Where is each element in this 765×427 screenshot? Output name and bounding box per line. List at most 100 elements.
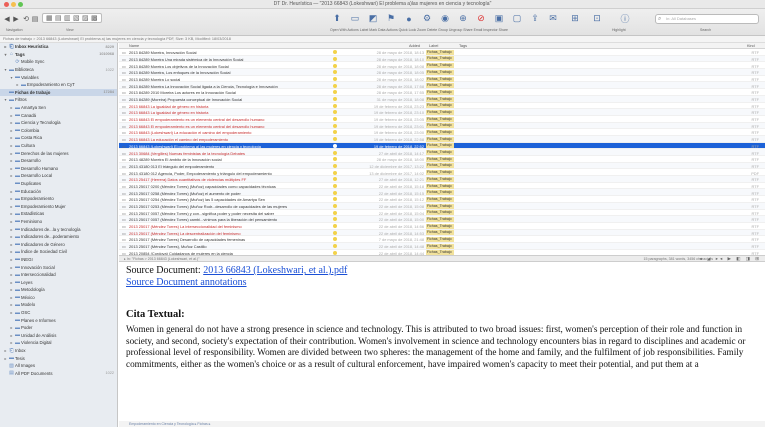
tag-bar[interactable]: Empoderamiento en Ciencia y Tecnología ▸… (119, 421, 765, 427)
table-row[interactable]: ▭ 2013 84289 (Moreira) Propuesta conceptu… (119, 95, 765, 103)
table-row[interactable]: ▭ 2013 25017 0258 (Méndez Torres) (Muñoz)… (119, 189, 765, 197)
sidebar-item[interactable]: ▸ ▬ Índice de Sociedad Civil (0, 248, 117, 256)
table-row[interactable]: ▭ 2013 25417 (Herrera) Datos cuantitativo… (119, 176, 765, 183)
sidebar-item[interactable]: ▸ ⎗ Inbox (0, 347, 117, 355)
ungroup-icon[interactable]: ▢ (510, 12, 524, 25)
table-row[interactable]: ▭ 2013 48289 Moreira El ámbito de la Inno… (119, 156, 765, 163)
sidebar-item[interactable]: ▸ ▬ Feminismo (0, 218, 117, 226)
sidebar-item[interactable]: ▸ ⎗ Inbox Heurística 8229 (0, 43, 117, 51)
column-header-label[interactable]: Label (429, 44, 438, 48)
sidebar-item[interactable]: ▸ ▬ Empoderamiento (0, 195, 117, 203)
sidebar-item[interactable]: ▸ ▬ OSC (0, 309, 117, 317)
sidebar-item[interactable]: ▸ ▬ Educación (0, 187, 117, 195)
share-icon[interactable]: ⇪ (528, 12, 542, 25)
sidebar-item[interactable]: ▸ ▬ Interseccionalidad (0, 271, 117, 279)
source-document-link[interactable]: 2013 66843 (Lokeshwari, et al.).pdf (203, 265, 347, 276)
view-columns-icon[interactable]: ▥ (64, 14, 71, 22)
sidebar-item[interactable]: ▸ ▬ Violencia Digital (0, 339, 117, 347)
view-widescreen-icon[interactable]: ▩ (91, 14, 98, 22)
sidebar-item[interactable]: ▸ ▬ INEGI (0, 256, 117, 264)
sidebar-item[interactable]: ▬ Fichas de trabajo 17284 (0, 88, 117, 97)
sidebar-item[interactable]: ▸ ▬ Estadísticas (0, 210, 117, 218)
view-list-icon[interactable]: ▤ (55, 14, 62, 22)
sidebar-item[interactable]: ▸ ▬ Costa Rica (0, 134, 117, 142)
table-row[interactable]: ▭ 2013 66843 (Lokeshwari) El problema a) … (119, 142, 765, 150)
table-row[interactable]: ▭ 2013 66843 La igualdad de género en his… (119, 109, 765, 116)
sidebar-item[interactable]: ▸ ▬ Metodología (0, 286, 117, 294)
sidebar-item[interactable]: ▸ ▬ Modelo (0, 301, 117, 309)
sidebar-item[interactable]: ▸ ▬ Derechos de las mujeres (0, 149, 117, 157)
back-icon[interactable]: ◀ (3, 12, 11, 25)
document-icon[interactable]: ▭ (348, 12, 362, 25)
actions-icon[interactable]: ⚙ (420, 12, 434, 25)
sidebar-item[interactable]: ▤ All PDF Documents 1022 (0, 370, 117, 378)
email-icon[interactable]: ✉ (546, 12, 560, 25)
view-split-icon[interactable]: ▧ (73, 14, 80, 22)
sidebar-item[interactable]: ▾ ▬ Variables (0, 73, 117, 81)
sidebar-item[interactable]: ⟳ Mobile Sync (0, 58, 117, 66)
table-row[interactable]: ▭ 2013 84289 Moreira Los objetivos de la … (119, 62, 765, 70)
sidebar-item[interactable]: ▸ ▬ Cultura (0, 142, 117, 150)
table-row[interactable]: ▭ 2013 66843 El empoderamiento es un elem… (119, 116, 765, 123)
column-header-added[interactable]: Added (409, 44, 420, 48)
info-icon[interactable]: ⓘ (618, 12, 632, 25)
delete-icon[interactable]: ⊘ (474, 12, 488, 25)
view-icons-icon[interactable]: ▦ (46, 14, 53, 22)
sidebar-item[interactable]: ▸ ▬ Colombia (0, 127, 117, 135)
table-row[interactable]: ▭ 2013 66843 La educación el camino del e… (119, 135, 765, 143)
table-row[interactable]: ▭ 2013 66843 (Lokeshwari) La educación el… (119, 129, 765, 136)
sidebar-item[interactable]: ▸ ▬ Desarrollo Humano (0, 165, 117, 173)
view-mode-segmented-control[interactable]: ▦ ▤ ▥ ▧ ▨ ▩ (42, 13, 102, 23)
inspector-icon[interactable]: ⊞ (568, 12, 582, 25)
sidebar-item[interactable]: ▾ ⌂ Tags 1010068 (0, 51, 117, 59)
sidebar-item[interactable]: ▸ ▬ Canadá (0, 111, 117, 119)
sidebar-item[interactable]: ▾ ▬ Filtros (0, 96, 117, 104)
sidebar-item[interactable]: ▸ ▬ Empoderamiento en CyT (0, 81, 117, 89)
search-input[interactable]: ⌕ In: All Databases (655, 14, 759, 24)
column-header-tags[interactable]: Tags (459, 44, 467, 48)
table-row[interactable]: ▭ 2013 25017 (Méndez Torres), Muñoz Casti… (119, 242, 765, 250)
sidebar-item[interactable]: ▸ ▬ Desarrollo (0, 157, 117, 165)
sidebar-item[interactable]: ▸ ▬ Desarrollo Local (0, 172, 117, 180)
sidebar-item[interactable]: ▸ ▬ Unidad de Análisis (0, 332, 117, 340)
quick-look-icon[interactable]: ◉ (438, 12, 452, 25)
table-row[interactable]: ▭ 2013 84289 Moreira Una mirada sistémica… (119, 55, 765, 63)
sidebar-item[interactable]: ▸ ▬ Tesis (0, 354, 117, 362)
sidebar-item[interactable]: ▸ ▬ Indicadores de Género (0, 240, 117, 248)
sidebar-item[interactable]: ▸ ▬ Amartya Sen (0, 104, 117, 112)
sidebar-item[interactable]: ▸ ▬ Empoderamiento Mujer (0, 202, 117, 210)
table-row[interactable]: ▭ 2013 25017 0200 (Méndez Torres) (Muñoz)… (119, 183, 765, 190)
table-row[interactable]: ▭ 2013 25017 (Méndez Torres) La intersecc… (119, 223, 765, 230)
share-sheet-icon[interactable]: ⊡ (590, 12, 604, 25)
table-row[interactable]: ▭ 2013 43180 012 Agencia, Poder, Empodera… (119, 169, 765, 177)
sidebar-item[interactable]: ▸ ▬ Innovación Social (0, 263, 117, 271)
zoom-icon[interactable]: ⊕ (456, 12, 470, 25)
table-row[interactable]: ▭ 2013 25017 0057 (Méndez Torres) cambi..… (119, 216, 765, 223)
sidebar-toggle-icon[interactable]: ▤ (31, 12, 39, 25)
table-row[interactable]: ▭ 2013 25017 (Méndez Torres) Desarrollo d… (119, 236, 765, 243)
group-icon[interactable]: ▣ (492, 12, 506, 25)
sidebar-item[interactable]: ▸ ▬ Indicadores de...la y tecnología (0, 225, 117, 233)
sidebar-item[interactable]: ▸ ▬ México (0, 294, 117, 302)
sidebar-item[interactable]: ▨ All Images (0, 362, 117, 370)
table-row[interactable]: ▭ 2013 25017 0057 (Méndez Torres) y con..… (119, 210, 765, 217)
sidebar-item[interactable]: ▾ ▬ Biblioteca 1022 (0, 66, 117, 74)
table-row[interactable]: ▭ 2013 84289 Moreira La Innovación Social… (119, 82, 765, 90)
table-row[interactable]: ▭ 2013 84289 Moreira Lo social 28 de mayo … (119, 76, 765, 83)
table-row[interactable]: ▭ 2013 84289 2010 Moreira Los actores en … (119, 89, 765, 96)
label-icon[interactable]: ◩ (366, 12, 380, 25)
table-row[interactable]: ▭ 2013 25017 (Méndez Torres) La descentra… (119, 229, 765, 237)
column-header-kind[interactable]: Kind (747, 44, 755, 48)
view-preview-icon[interactable]: ▨ (82, 14, 89, 22)
table-row[interactable]: ▭ 2013 84289 Moreira, Innovación Social 28… (119, 49, 765, 56)
table-row[interactable]: ▭ 2013 25017 0254 (Méndez Torres) (Muñoz)… (119, 196, 765, 203)
data-icon[interactable]: ● (402, 12, 416, 25)
sidebar-item[interactable]: ▸ ▬ Indicadores de...poderamiento (0, 233, 117, 241)
table-row[interactable]: ▭ 2013 25017 0253 (Méndez Torres) (Muñoz … (119, 202, 765, 210)
history-icon[interactable]: ⟲ (22, 12, 30, 25)
column-header-name[interactable]: Name (129, 44, 139, 48)
source-annotations-link[interactable]: Source Document annotations (126, 277, 765, 289)
sidebar-item[interactable]: ▸ ▬ Leyes (0, 278, 117, 286)
table-row[interactable]: ▭ 2013 84289 Moreira, Los enfoques de la … (119, 69, 765, 76)
table-row[interactable]: ▭ 2013 66843 La igualdad de género en his… (119, 103, 765, 110)
